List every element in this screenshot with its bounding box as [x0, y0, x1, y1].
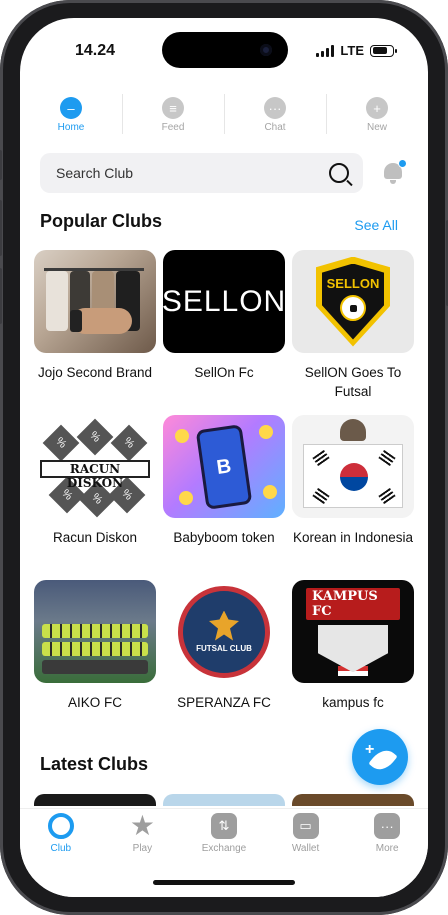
home-indicator[interactable]: [153, 880, 295, 885]
tab-label: Chat: [264, 122, 286, 133]
club-name: Korean in Indonesia: [292, 530, 414, 545]
latest-club-card[interactable]: [34, 794, 156, 806]
nav-more[interactable]: ··· More: [346, 813, 428, 897]
club-name: SPERANZA FC: [177, 695, 271, 710]
nav-label: Exchange: [201, 843, 247, 854]
club-card[interactable]: Jojo Second Brand: [34, 250, 156, 415]
network-label: LTE: [340, 43, 364, 58]
latest-club-card[interactable]: [163, 794, 285, 806]
club-thumbnail[interactable]: SELLON: [163, 250, 285, 353]
notification-dot: [398, 159, 407, 168]
club-card[interactable]: AIKO FC: [34, 580, 156, 745]
club-thumbnail[interactable]: [292, 415, 414, 518]
see-all-link[interactable]: See All: [354, 217, 398, 233]
star-icon: ★: [129, 810, 155, 841]
latest-club-card[interactable]: [292, 794, 414, 806]
phone-frame: 14.24 LTE – Home ≡ Feed ··· Chat + New Search C…: [0, 0, 448, 915]
status-time: 14.24: [75, 42, 116, 59]
club-logo-text: B: [215, 454, 233, 478]
popular-clubs-grid: Jojo Second Brand SELLON SellOn Fc SELLON Se…: [34, 250, 414, 745]
club-thumbnail[interactable]: FUTSAL CLUB: [163, 580, 285, 683]
club-thumbnail[interactable]: %%%%%% RACUN DISKON: [34, 415, 156, 518]
app-screen: 14.24 LTE – Home ≡ Feed ··· Chat + New Search C…: [20, 18, 428, 897]
chat-icon: ···: [264, 97, 286, 119]
top-nav: – Home ≡ Feed ··· Chat + New: [20, 90, 428, 140]
club-thumbnail[interactable]: [34, 250, 156, 353]
popular-clubs-title: Popular Clubs: [40, 211, 163, 231]
tab-label: Home: [57, 122, 85, 133]
new-post-button[interactable]: +: [352, 729, 408, 785]
notification-bell-icon[interactable]: [383, 159, 407, 184]
signal-icon: [316, 44, 335, 57]
club-name: AIKO FC: [67, 695, 122, 710]
club-name: Racun Diskon: [52, 530, 138, 545]
nav-label: Play: [132, 843, 153, 854]
home-icon: –: [60, 97, 82, 119]
feed-icon: ≡: [162, 97, 184, 119]
nav-label: More: [375, 843, 399, 854]
club-name: SellON Goes To Futsal: [304, 365, 402, 399]
club-name: SellOn Fc: [194, 365, 254, 380]
club-card[interactable]: FUTSAL CLUB SPERANZA FC: [163, 580, 285, 745]
volume-down-button: [0, 268, 2, 324]
club-logo-text: SELLON: [326, 276, 380, 291]
tab-label: New: [366, 122, 387, 133]
dynamic-island: [162, 32, 288, 68]
club-logo-text: KAMPUS FC: [306, 587, 400, 620]
plus-icon: +: [366, 97, 388, 119]
latest-clubs-strip: [34, 794, 414, 806]
club-thumbnail[interactable]: [34, 580, 156, 683]
tab-label: Feed: [161, 122, 185, 133]
nav-label: Wallet: [291, 843, 320, 854]
search-icon[interactable]: [329, 163, 349, 183]
search-bar[interactable]: Search Club: [40, 153, 363, 193]
club-name: kampus fc: [322, 695, 384, 710]
exchange-icon: ⇅: [210, 813, 237, 839]
club-card[interactable]: B Babyboom token: [163, 415, 285, 580]
camera-icon: [260, 44, 272, 56]
tab-chat[interactable]: ··· Chat: [224, 90, 326, 140]
club-logo-text: RACUN DISKON: [40, 459, 150, 490]
club-thumbnail[interactable]: SELLON: [292, 250, 414, 353]
club-card[interactable]: SELLON SellON Goes To Futsal: [292, 250, 414, 415]
club-thumbnail[interactable]: B: [163, 415, 285, 518]
club-card[interactable]: SELLON SellOn Fc: [163, 250, 285, 415]
club-card[interactable]: Korean in Indonesia: [292, 415, 414, 580]
volume-up-button: [0, 200, 2, 256]
nav-label: Club: [50, 843, 72, 854]
search-input[interactable]: Search Club: [56, 165, 329, 181]
nav-club[interactable]: Club: [20, 813, 102, 897]
club-logo-text: FUTSAL CLUB: [196, 643, 252, 653]
club-name: Jojo Second Brand: [37, 365, 153, 380]
tab-feed[interactable]: ≡ Feed: [122, 90, 224, 140]
club-logo-text: SELLON: [163, 284, 285, 318]
club-icon: [47, 813, 74, 839]
tab-new[interactable]: + New: [326, 90, 428, 140]
action-button: [0, 150, 2, 180]
club-thumbnail[interactable]: KAMPUS FC: [292, 580, 414, 683]
club-name: Babyboom token: [173, 530, 275, 545]
more-icon: ···: [374, 813, 401, 839]
club-card[interactable]: KAMPUS FC kampus fc: [292, 580, 414, 745]
status-indicators: LTE: [316, 43, 397, 58]
battery-icon: [370, 44, 397, 57]
latest-clubs-title: Latest Clubs: [40, 754, 149, 774]
wallet-icon: ▭: [292, 813, 319, 839]
tab-home[interactable]: – Home: [20, 90, 122, 140]
club-card[interactable]: %%%%%% RACUN DISKON Racun Diskon: [34, 415, 156, 580]
